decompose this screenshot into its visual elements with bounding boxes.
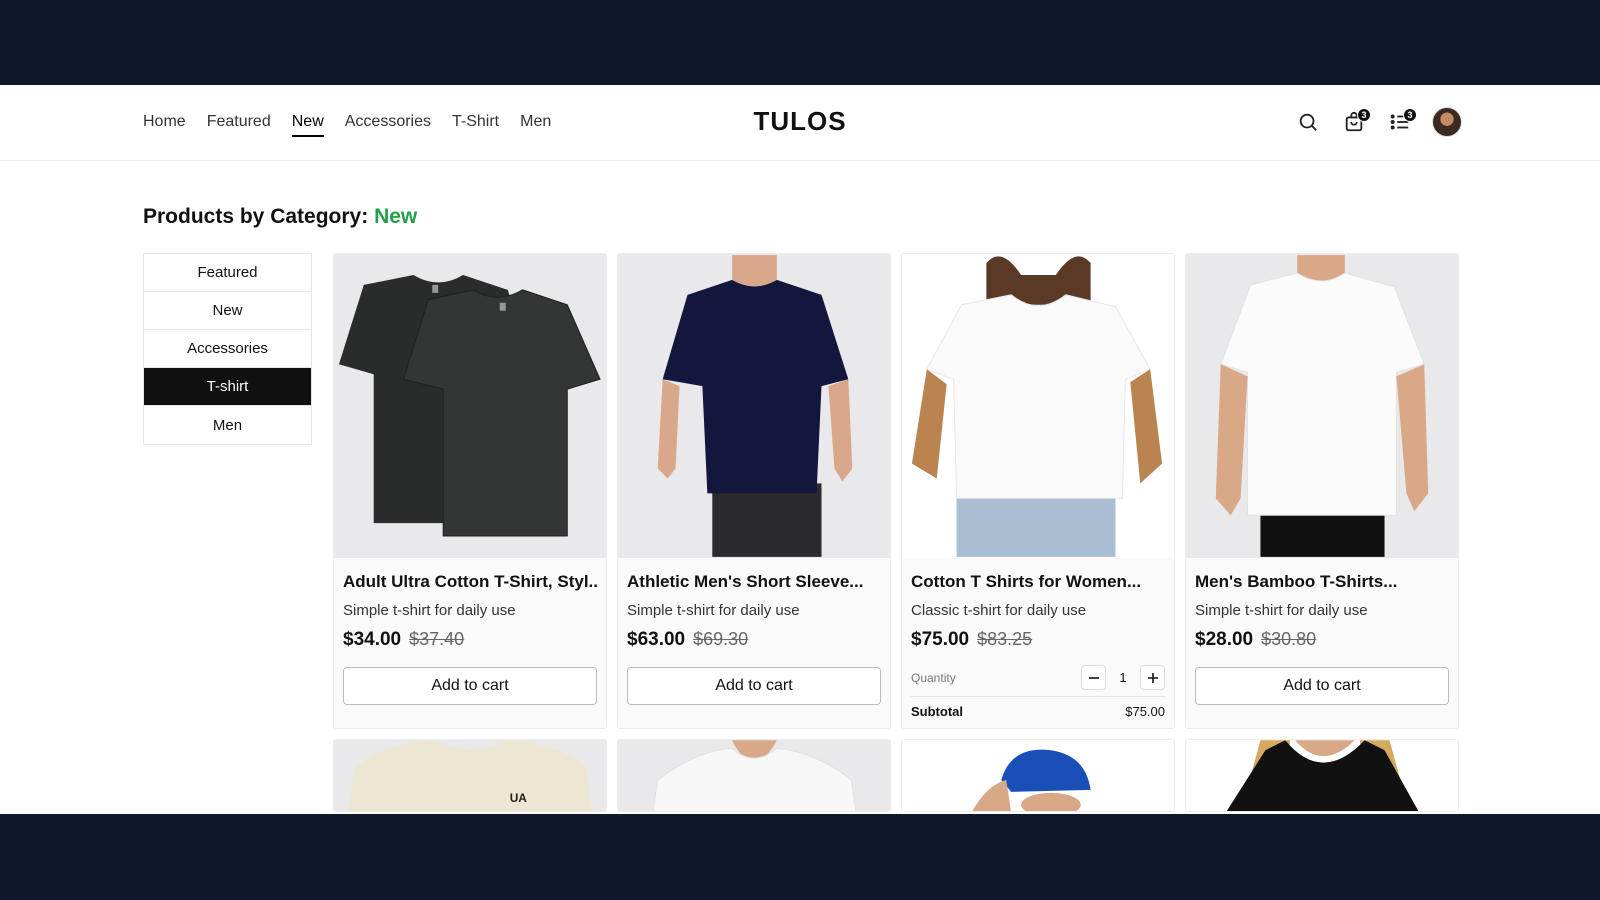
product-old-price: $37.40	[409, 629, 465, 649]
product-title[interactable]: Athletic Men's Short Sleeve...	[627, 572, 881, 592]
product-image[interactable]	[618, 740, 890, 811]
product-old-price: $69.30	[693, 629, 749, 649]
cap-icon	[972, 749, 1091, 811]
plus-icon	[1147, 672, 1158, 683]
product-image[interactable]	[1186, 740, 1458, 811]
quantity-stepper: 1	[1081, 665, 1165, 690]
product-card: Men's Bamboo T-Shirts... Simple t-shirt …	[1185, 253, 1459, 729]
product-old-price: $83.25	[977, 629, 1033, 649]
product-card	[1185, 739, 1459, 812]
product-card: Adult Ultra Cotton T-Shirt, Styl... Simp…	[333, 253, 607, 729]
product-image[interactable]	[334, 254, 606, 558]
product-image[interactable]	[618, 254, 890, 558]
product-price: $75.00	[911, 629, 970, 650]
orders-list-button[interactable]: 3	[1386, 107, 1417, 137]
product-description: Simple t-shirt for daily use	[343, 602, 516, 619]
page-title-category: New	[374, 205, 418, 228]
increase-quantity-button[interactable]	[1140, 665, 1165, 690]
search-icon	[1299, 113, 1317, 131]
quantity-label: Quantity	[911, 670, 956, 685]
sidebar-item-featured[interactable]: Featured	[144, 254, 311, 292]
product-title[interactable]: Cotton T Shirts for Women...	[911, 572, 1165, 592]
add-to-cart-button[interactable]: Add to cart	[343, 667, 597, 705]
header-icons: 3 3	[1294, 107, 1462, 137]
tshirt-icon	[657, 255, 853, 557]
product-price: $28.00	[1195, 629, 1254, 650]
price-row: $75.00 $83.25	[911, 629, 1165, 651]
product-image[interactable]: UA	[334, 740, 606, 811]
price-row: $28.00 $30.80	[1195, 629, 1449, 651]
user-avatar[interactable]	[1432, 107, 1462, 137]
tshirt-icon	[1226, 740, 1419, 811]
minus-icon	[1088, 676, 1099, 679]
subtotal-value: $75.00	[1125, 704, 1165, 719]
product-title[interactable]: Adult Ultra Cotton T-Shirt, Styl...	[343, 572, 597, 592]
product-price: $63.00	[627, 629, 686, 650]
product-description: Simple t-shirt for daily use	[1195, 602, 1368, 619]
subtotal-row: Subtotal $75.00	[911, 704, 1165, 719]
product-old-price: $30.80	[1261, 629, 1317, 649]
product-title[interactable]: Men's Bamboo T-Shirts...	[1195, 572, 1449, 592]
site-header: Home Featured New Accessories T-Shirt Me…	[0, 85, 1600, 161]
product-card	[901, 739, 1175, 812]
product-card: Cotton T Shirts for Women... Classic t-s…	[901, 253, 1175, 729]
product-image[interactable]	[1186, 254, 1458, 558]
quantity-value: 1	[1119, 670, 1127, 685]
product-description: Classic t-shirt for daily use	[911, 602, 1087, 619]
cart-button[interactable]: 3	[1340, 107, 1371, 137]
product-image[interactable]	[902, 254, 1174, 558]
list-count-badge: 3	[1403, 108, 1417, 122]
tshirt-icon	[338, 274, 601, 537]
sidebar-item-tshirt[interactable]: T-shirt	[144, 368, 311, 406]
tshirt-icon: UA	[349, 740, 592, 811]
product-card: Athletic Men's Short Sleeve... Simple t-…	[617, 253, 891, 729]
tshirt-icon	[911, 256, 1163, 557]
page-title-prefix: Products by Category:	[143, 205, 369, 228]
price-row: $63.00 $69.30	[627, 629, 881, 651]
subtotal-label: Subtotal	[911, 704, 963, 719]
product-price: $34.00	[343, 629, 402, 650]
sidebar-item-men[interactable]: Men	[144, 406, 311, 444]
add-to-cart-button[interactable]: Add to cart	[1195, 667, 1449, 705]
search-button[interactable]	[1294, 107, 1322, 137]
page-viewport: Home Featured New Accessories T-Shirt Me…	[0, 85, 1600, 814]
add-to-cart-button[interactable]: Add to cart	[627, 667, 881, 705]
tshirt-icon	[1215, 255, 1429, 557]
product-grid: Adult Ultra Cotton T-Shirt, Styl... Simp…	[333, 253, 1460, 812]
product-image[interactable]	[902, 740, 1174, 811]
price-row: $34.00 $37.40	[343, 629, 597, 651]
svg-text:UA: UA	[510, 791, 528, 805]
page-title: Products by Category: New	[143, 205, 417, 229]
product-card: UA	[333, 739, 607, 812]
tshirt-icon	[652, 740, 857, 811]
cart-count-badge: 3	[1357, 108, 1371, 122]
product-description: Simple t-shirt for daily use	[627, 602, 800, 619]
decrease-quantity-button[interactable]	[1081, 665, 1106, 690]
quantity-row: Quantity 1	[911, 665, 1165, 697]
product-card	[617, 739, 891, 812]
sidebar-item-new[interactable]: New	[144, 292, 311, 330]
sidebar-item-accessories[interactable]: Accessories	[144, 330, 311, 368]
category-sidebar: Featured New Accessories T-shirt Men	[143, 253, 312, 445]
